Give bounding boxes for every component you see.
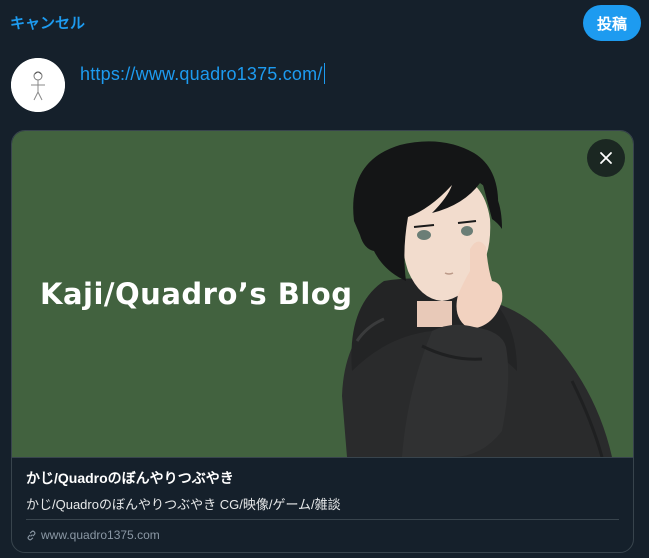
tweet-text-input[interactable]: https://www.quadro1375.com/ — [80, 63, 325, 85]
avatar[interactable] — [11, 58, 65, 112]
card-description: かじ/Quadroのぼんやりつぶやき CG/映像/ゲーム/雑談 — [26, 497, 341, 512]
cancel-button[interactable]: キャンセル — [10, 12, 85, 33]
card-domain-row: www.quadro1375.com — [26, 528, 160, 542]
compose-window: キャンセル 投稿 https://www.quadro1375.com/ Kaj… — [0, 0, 649, 558]
close-icon — [600, 152, 612, 164]
card-banner-image: Kaji/Quadro’s Blog — [12, 131, 633, 457]
post-button[interactable]: 投稿 — [583, 5, 641, 41]
card-divider — [26, 519, 619, 520]
text-caret — [323, 63, 325, 84]
post-button-label: 投稿 — [596, 15, 627, 33]
avatar-figure-icon — [11, 58, 65, 112]
tweet-text: https://www.quadro1375.com/ — [80, 64, 323, 84]
link-preview-card[interactable]: Kaji/Quadro’s Blog かじ/Quadroのぼんやりつぶやき かじ… — [11, 130, 634, 553]
card-title: かじ/Quadroのぼんやりつぶやき — [26, 470, 234, 486]
link-icon — [27, 530, 36, 540]
remove-card-button[interactable] — [587, 139, 625, 177]
character-illustration — [342, 141, 612, 457]
card-domain: www.quadro1375.com — [41, 528, 160, 542]
card-info: かじ/Quadroのぼんやりつぶやき かじ/Quadroのぼんやりつぶやき CG… — [12, 457, 633, 552]
